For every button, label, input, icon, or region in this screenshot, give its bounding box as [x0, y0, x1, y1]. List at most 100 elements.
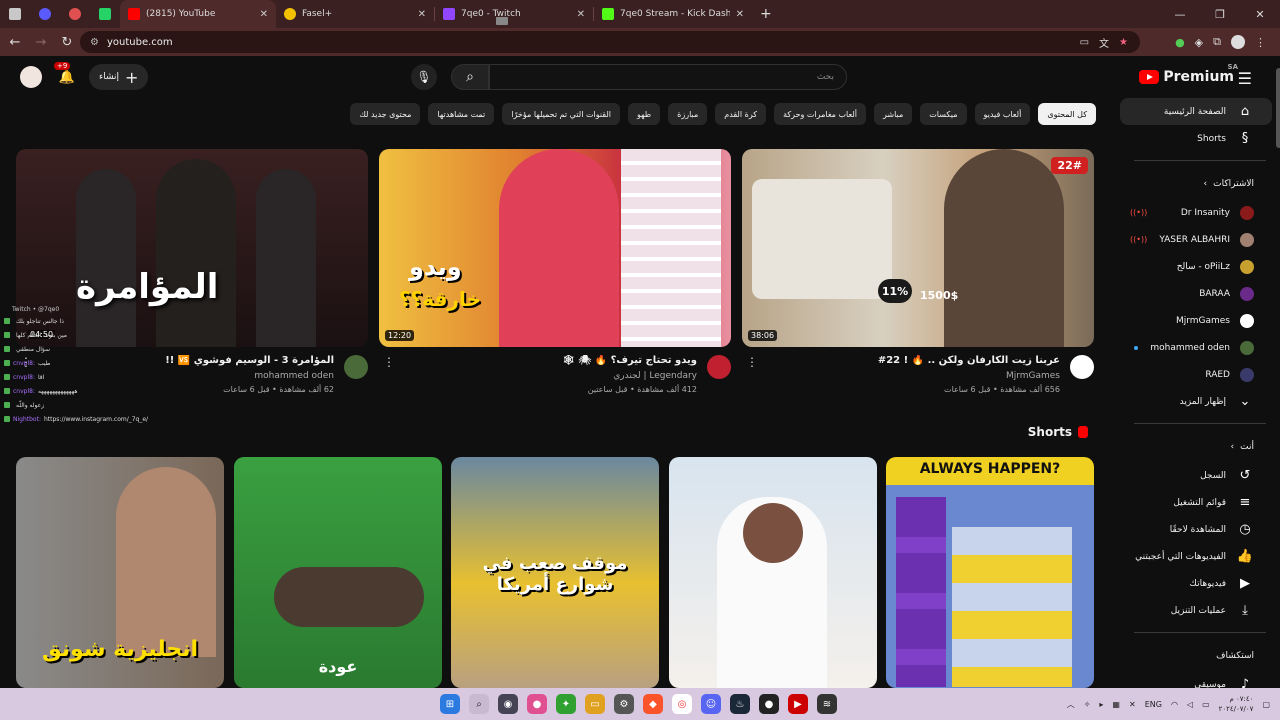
tab-kick[interactable]: 7qe0 Stream - Kick Dashboard ✕	[594, 0, 752, 28]
filter-chip[interactable]: القنوات التي تم تحميلها مؤخرًا	[502, 103, 620, 125]
sidebar-item-history[interactable]: ↺ السجل	[1120, 462, 1280, 489]
pinned-tab[interactable]	[30, 0, 60, 28]
obs-icon[interactable]: ●	[759, 694, 779, 714]
sidebar-item-watch-later[interactable]: ◷ المشاهدة لاحقًا	[1120, 516, 1280, 543]
url-bar[interactable]: ⚙ youtube.com ▭ 文 ★	[80, 31, 1140, 53]
brave-icon[interactable]: ◆	[643, 694, 663, 714]
tab-fasel[interactable]: Fasel+ ✕	[276, 0, 434, 28]
voice-search-button[interactable]: 🎙	[411, 64, 437, 90]
pinned-tab[interactable]	[0, 0, 30, 28]
windows-start-icon[interactable]: ⊞	[440, 694, 460, 714]
close-icon[interactable]: ✕	[260, 9, 268, 20]
translate-icon[interactable]: 文	[1099, 35, 1109, 50]
video-card[interactable]: 22# 11% 1500$ 38:06 عربنا زيت الكارفان و…	[742, 149, 1094, 411]
subscription-item[interactable]: RAED	[1120, 361, 1280, 388]
sidebar-item-your-videos[interactable]: ▶ فيديوهاتك	[1120, 570, 1280, 597]
channel-name[interactable]: Legendary | لجندري	[613, 371, 697, 381]
bookmark-star-icon[interactable]: ★	[1119, 37, 1128, 48]
site-info-icon[interactable]: ⚙	[90, 37, 99, 48]
close-window-icon[interactable]: ✕	[1240, 8, 1280, 21]
filter-chip[interactable]: كرة القدم	[715, 103, 767, 125]
filter-chip[interactable]: تمت مشاهدتها	[428, 103, 495, 125]
reload-icon[interactable]: ↻	[54, 35, 80, 50]
battery-icon[interactable]: ▭	[1202, 700, 1210, 709]
chevron-up-icon[interactable]: ︿	[1067, 699, 1075, 710]
clock[interactable]: ٠٧:٤٠ م ٢٠٢٤/٠٧/٠٧	[1219, 694, 1254, 714]
pinned-tab[interactable]	[60, 0, 90, 28]
subscription-item[interactable]: mohammed oden	[1120, 334, 1280, 361]
steam-icon[interactable]: ♨	[730, 694, 750, 714]
youtube-premium-logo[interactable]: Premium SA	[1139, 63, 1238, 85]
subscription-item[interactable]: MjrmGames	[1120, 307, 1280, 334]
profile-avatar[interactable]	[1231, 35, 1245, 49]
video-title[interactable]: عربنا زيت الكارفان ولكن .. 🔥 ! 22#	[780, 355, 1060, 366]
you-header[interactable]: أنت ›	[1120, 432, 1280, 462]
search-icon[interactable]: ⌕	[469, 694, 489, 714]
filter-chip[interactable]: مبارزة	[668, 103, 708, 125]
subscription-item[interactable]: YASER ALBAHRI ((•))	[1120, 226, 1280, 253]
channel-name[interactable]: MjrmGames	[1006, 371, 1060, 381]
search-input[interactable]: بحث	[489, 64, 847, 90]
sidebar-item-playlists[interactable]: ≡ قوائم التشغيل	[1120, 489, 1280, 516]
widget-icon[interactable]: ◉	[498, 694, 518, 714]
chrome-icon[interactable]: ◎	[672, 694, 692, 714]
app-icon[interactable]: ≋	[817, 694, 837, 714]
notifications-icon[interactable]: ▢	[1262, 700, 1270, 709]
tray-app-icon[interactable]: ✕	[1129, 700, 1136, 709]
search-button[interactable]: ⌕	[451, 64, 489, 90]
app-icon[interactable]: ●	[527, 694, 547, 714]
channel-name[interactable]: mohammed oden	[254, 371, 334, 381]
tray-app-icon[interactable]: ▸	[1099, 700, 1103, 709]
pinned-tab[interactable]	[90, 0, 120, 28]
browser-menu-icon[interactable]: ⋮	[1255, 36, 1266, 49]
filter-chip[interactable]: ألعاب فيديو	[974, 103, 1031, 125]
video-thumbnail[interactable]: 22# 11% 1500$ 38:06	[742, 149, 1094, 347]
sidebar-item-like[interactable]: 👍 الفيديوهات التي أعجبتني	[1120, 543, 1280, 570]
shield-icon[interactable]: ◈	[1195, 36, 1203, 49]
subscription-item[interactable]: BARAA	[1120, 280, 1280, 307]
maximize-icon[interactable]: ❐	[1200, 8, 1240, 21]
filter-chip[interactable]: ميكسات	[920, 103, 967, 125]
more-options-icon[interactable]: ⋮	[746, 355, 758, 369]
subscriptions-header[interactable]: الاشتراكات ›	[1120, 169, 1280, 199]
more-options-icon[interactable]: ⋮	[383, 355, 395, 369]
channel-avatar[interactable]	[344, 355, 368, 379]
forward-icon[interactable]: →	[28, 35, 54, 50]
filter-chip[interactable]: كل المحتوى	[1038, 103, 1096, 125]
subscription-item[interactable]: oPiiLz - سالح	[1120, 253, 1280, 280]
language-indicator[interactable]: ENG	[1145, 700, 1162, 709]
create-button[interactable]: إنشاء +	[89, 64, 149, 90]
subscription-item[interactable]: Dr Insanity ((•))	[1120, 199, 1280, 226]
account-avatar[interactable]	[20, 66, 42, 88]
tab-youtube[interactable]: (2815) YouTube ✕	[120, 0, 276, 28]
extensions-puzzle-icon[interactable]: ⧉	[1213, 35, 1221, 49]
channel-avatar[interactable]	[707, 355, 731, 379]
channel-avatar[interactable]	[1070, 355, 1094, 379]
filter-chip[interactable]: محتوى جديد لك	[350, 103, 421, 125]
short-card[interactable]: موقف صعب في شوارع أمريكا	[451, 457, 659, 688]
video-title[interactable]: ويدو تحتاج تيرف؟ 🔥 🕷 🕸	[417, 355, 697, 366]
minimize-icon[interactable]: —	[1160, 8, 1200, 21]
close-icon[interactable]: ✕	[736, 9, 744, 20]
settings-icon[interactable]: ⚙	[614, 694, 634, 714]
cast-icon[interactable]: ▭	[1080, 37, 1089, 48]
short-card[interactable]: عودة	[234, 457, 442, 688]
wifi-icon[interactable]: ◠	[1171, 700, 1178, 709]
back-icon[interactable]: ←	[2, 35, 28, 50]
filter-chip[interactable]: مباشر	[874, 103, 913, 125]
hamburger-menu-icon[interactable]: ☰	[1238, 69, 1252, 88]
youtube-app-icon[interactable]: ▶	[788, 694, 808, 714]
show-more-button[interactable]: ⌄ إظهار المزيد	[1120, 388, 1280, 415]
close-icon[interactable]: ✕	[418, 9, 426, 20]
discord-icon[interactable]: ☺	[701, 694, 721, 714]
short-card[interactable]	[669, 457, 877, 688]
keyboard-icon[interactable]	[496, 17, 508, 25]
filter-chip[interactable]: طهو	[627, 103, 661, 125]
sidebar-item-download[interactable]: ⤓ عمليات التنزيل	[1120, 597, 1280, 624]
notifications-button[interactable]: 🔔 +9	[54, 62, 78, 88]
volume-icon[interactable]: ◁	[1187, 700, 1193, 709]
video-card[interactable]: ويدو خارقة؟؟ 12:20 ويدو تحتاج تيرف؟ 🔥 🕷 …	[379, 149, 731, 411]
close-icon[interactable]: ✕	[577, 9, 585, 20]
extension-icon[interactable]: ●	[1175, 36, 1185, 49]
tray-app-icon[interactable]: ▦	[1112, 700, 1120, 709]
